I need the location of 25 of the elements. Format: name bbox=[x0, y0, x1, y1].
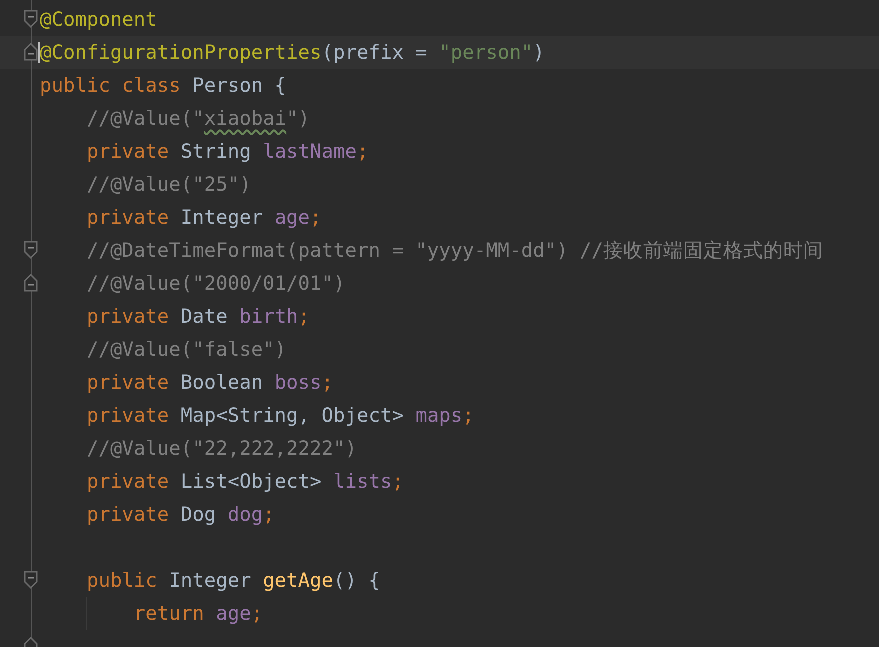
code-line: //@Value("2000/01/01") bbox=[86, 271, 346, 297]
code-line: @Component bbox=[40, 7, 158, 33]
code-line: //@Value("false") bbox=[86, 337, 287, 363]
fold-icon[interactable] bbox=[24, 10, 38, 28]
code-line: //@Value("xiaobai") bbox=[86, 106, 310, 132]
fold-icon[interactable] bbox=[24, 43, 38, 61]
code-line: private Boolean boss; bbox=[86, 370, 334, 396]
code-line: private Map<String, Object> maps; bbox=[86, 403, 474, 429]
fold-icon[interactable] bbox=[24, 241, 38, 259]
code-line: private Date birth; bbox=[86, 304, 310, 330]
code-line: return age; bbox=[132, 601, 264, 627]
code-editor[interactable] bbox=[0, 0, 879, 647]
code-line: private List<Object> lists; bbox=[86, 469, 404, 495]
code-line: public class Person { bbox=[40, 73, 287, 99]
fold-icon[interactable] bbox=[24, 274, 38, 292]
code-line: private Dog dog; bbox=[86, 502, 275, 528]
text-cursor bbox=[38, 42, 40, 63]
code-line: //@Value("25") bbox=[86, 172, 252, 198]
code-line: //@DateTimeFormat(pattern = "yyyy-MM-dd") //接收前端固定格式的时间 bbox=[86, 238, 824, 264]
code-line: @ConfigurationProperties(prefix = "person") bbox=[40, 40, 545, 66]
code-line: public Integer getAge() { bbox=[86, 568, 380, 594]
code-line: private String lastName; bbox=[86, 139, 369, 165]
code-line: //@Value("22,222,2222") bbox=[86, 436, 357, 462]
fold-icon[interactable] bbox=[24, 571, 38, 589]
code-line: private Integer age; bbox=[86, 205, 322, 231]
